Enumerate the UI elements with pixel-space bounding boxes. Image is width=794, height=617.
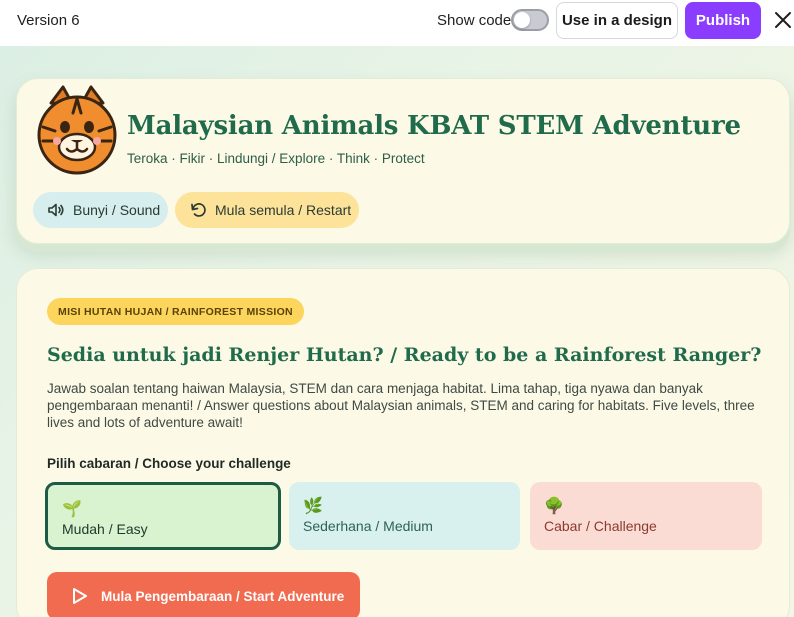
header-card: Malaysian Animals KBAT STEM Adventure Te… — [16, 78, 790, 244]
mission-card: MISI HUTAN HUJAN / RAINFOREST MISSION Se… — [16, 268, 790, 617]
play-icon — [73, 588, 87, 604]
mission-title: Sedia untuk jadi Renjer Hutan? / Ready t… — [47, 344, 762, 366]
level-easy-button[interactable]: 🌱 Mudah / Easy — [45, 482, 281, 550]
herb-icon: 🌿 — [303, 498, 323, 515]
app-canvas: Malaysian Animals KBAT STEM Adventure Te… — [0, 46, 794, 617]
tiger-mascot-icon — [37, 85, 117, 175]
show-code-toggle[interactable] — [511, 9, 549, 31]
sound-button[interactable]: Bunyi / Sound — [33, 192, 168, 228]
mission-badge: MISI HUTAN HUJAN / RAINFOREST MISSION — [47, 298, 304, 325]
level-medium-button[interactable]: 🌿 Sederhana / Medium — [289, 482, 520, 550]
sprout-icon: 🌱 — [62, 501, 82, 518]
mission-description: Jawab soalan tentang haiwan Malaysia, ST… — [47, 381, 755, 430]
app-subtitle: Teroka · Fikir · Lindungi / Explore · Th… — [127, 151, 425, 166]
tree-icon: 🌳 — [544, 498, 564, 515]
restart-button[interactable]: Mula semula / Restart — [175, 192, 359, 228]
challenge-label: Pilih cabaran / Choose your challenge — [47, 456, 291, 471]
show-code-label: Show code — [437, 12, 512, 29]
level-challenge-button[interactable]: 🌳 Cabar / Challenge — [530, 482, 762, 550]
app-title: Malaysian Animals KBAT STEM Adventure — [127, 111, 741, 141]
publish-button[interactable]: Publish — [685, 2, 761, 39]
start-adventure-button[interactable]: Mula Pengembaraan / Start Adventure — [47, 572, 360, 617]
level-medium-label: Sederhana / Medium — [303, 518, 433, 534]
restart-icon — [191, 203, 206, 217]
start-adventure-label: Mula Pengembaraan / Start Adventure — [101, 588, 345, 604]
restart-label: Mula semula / Restart — [215, 202, 352, 218]
version-label: Version 6 — [17, 12, 80, 29]
speaker-icon — [48, 203, 64, 217]
level-challenge-label: Cabar / Challenge — [544, 518, 657, 534]
sound-label: Bunyi / Sound — [73, 202, 161, 218]
toggle-knob — [514, 12, 530, 28]
level-easy-label: Mudah / Easy — [62, 521, 148, 537]
close-icon[interactable] — [772, 9, 794, 31]
editor-toolbar: Version 6 Show code Use in a design Publ… — [0, 0, 794, 46]
use-in-design-button[interactable]: Use in a design — [556, 2, 678, 39]
